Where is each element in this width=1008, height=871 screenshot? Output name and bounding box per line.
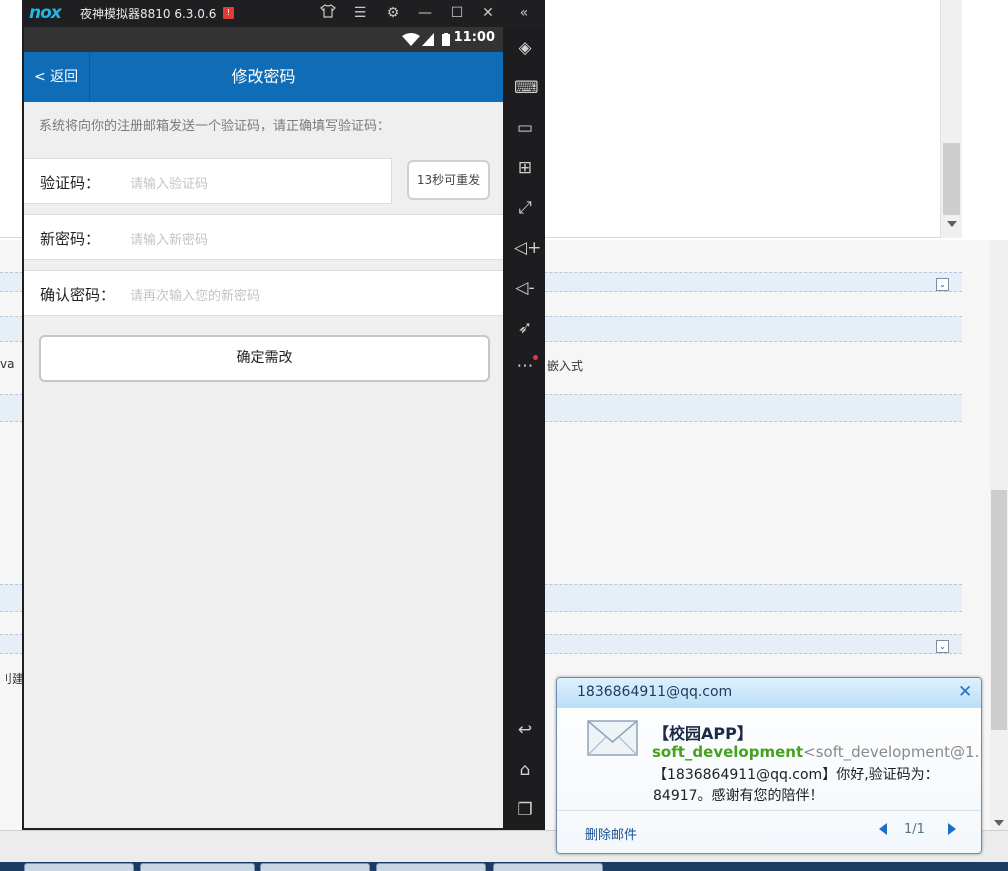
- android-statusbar: 11:00: [24, 27, 503, 52]
- confirm-password-input[interactable]: 请再次输入您的新密码: [130, 285, 260, 304]
- collapse-toggle-icon[interactable]: ⌄: [936, 278, 949, 291]
- rocket-icon[interactable]: ➶: [514, 317, 536, 339]
- notification-account: 1836864911@qq.com: [577, 684, 733, 700]
- scrollbar-thumb[interactable]: [943, 143, 960, 215]
- recents-icon[interactable]: ❐: [514, 799, 536, 821]
- apk-install-icon[interactable]: ⊞: [514, 157, 536, 179]
- taskbar-button[interactable]: [493, 863, 603, 871]
- minimize-icon[interactable]: —: [415, 3, 435, 23]
- shirt-icon[interactable]: [318, 3, 338, 23]
- gear-icon[interactable]: ⚙: [383, 3, 403, 23]
- confirm-password-label: 确认密码：: [40, 286, 116, 304]
- resend-code-button[interactable]: 13秒可重发: [407, 160, 490, 200]
- notification-dot: [533, 355, 538, 360]
- app-navbar: 修改密码 < 返回: [24, 52, 503, 102]
- new-password-input[interactable]: 请输入新密码: [130, 229, 208, 248]
- rotate-icon[interactable]: ◈: [514, 37, 536, 59]
- wifi-icon: [402, 33, 420, 46]
- background-text: va: [0, 357, 15, 371]
- verification-code-label: 验证码：: [40, 174, 101, 192]
- background-scrollbar-top[interactable]: [940, 0, 962, 238]
- close-icon[interactable]: ✕: [478, 3, 498, 23]
- battery-icon: [442, 33, 450, 46]
- keyboard-icon[interactable]: ⌨: [514, 77, 539, 99]
- previous-arrow-icon[interactable]: [879, 823, 887, 835]
- background-text: 嵌入式: [547, 359, 584, 373]
- volume-up-icon[interactable]: ◁+: [514, 237, 541, 259]
- collapse-left-icon[interactable]: «: [514, 3, 534, 23]
- new-password-label: 新密码：: [40, 230, 101, 248]
- mail-notification[interactable]: 1836864911@qq.com ✕ 【校园APP】 soft_develop…: [556, 677, 982, 854]
- sender-name: soft_development: [652, 743, 804, 761]
- signal-icon: [422, 33, 434, 46]
- envelope-icon: [587, 720, 638, 756]
- home-icon[interactable]: ⌂: [514, 759, 536, 781]
- collapse-toggle-icon[interactable]: ⌄: [936, 640, 949, 653]
- new-password-row: 新密码： 请输入新密码: [24, 214, 503, 260]
- mail-subject: 【校园APP】: [653, 724, 753, 743]
- instruction-text: 系统将向你的注册邮箱发送一个验证码，请正确填写验证码：: [39, 119, 391, 134]
- status-time: 11:00: [453, 30, 495, 45]
- notice-badge[interactable]: !: [223, 7, 234, 19]
- nox-logo: nox: [29, 3, 62, 23]
- page-title: 修改密码: [231, 67, 296, 86]
- pager-count: 1/1: [904, 822, 925, 837]
- taskbar-button[interactable]: [140, 863, 255, 871]
- taskbar-button[interactable]: [376, 863, 486, 871]
- verification-code-row: 验证码： 请输入验证码: [24, 158, 392, 204]
- menu-icon[interactable]: ☰: [350, 3, 370, 23]
- scroll-down-arrow-icon[interactable]: [994, 820, 1004, 826]
- screen-icon[interactable]: ▭: [514, 117, 536, 139]
- volume-down-icon[interactable]: ◁-: [514, 277, 536, 299]
- maximize-icon[interactable]: ☐: [447, 3, 467, 23]
- submit-button[interactable]: 确定需改: [39, 335, 490, 382]
- taskbar-button[interactable]: [260, 863, 370, 871]
- confirm-password-row: 确认密码： 请再次输入您的新密码: [24, 270, 503, 316]
- divider: [557, 810, 981, 811]
- close-icon[interactable]: ✕: [958, 682, 972, 702]
- fullscreen-icon[interactable]: ⤢: [514, 197, 536, 219]
- phone-screen: 11:00 修改密码 < 返回 系统将向你的注册邮箱发送一个验证码，请正确填写验…: [22, 27, 503, 830]
- scrollbar-thumb[interactable]: [991, 490, 1007, 730]
- verification-code-input[interactable]: 请输入验证码: [130, 173, 208, 192]
- sender-address: <soft_development@1...: [803, 743, 982, 761]
- delete-mail-link[interactable]: 删除邮件: [585, 824, 637, 843]
- back-button[interactable]: < 返回: [24, 52, 90, 102]
- mail-sender: soft_development<soft_development@1...: [652, 743, 982, 761]
- background-scrollbar-right[interactable]: [990, 240, 1008, 830]
- emulator-titlebar[interactable]: nox 夜神模拟器8810 6.3.0.6 ! ☰ ⚙ — ☐ ✕ «: [22, 0, 545, 27]
- emulator-sidebar: ◈ ⌨ ▭ ⊞ ⤢ ◁+ ◁- ➶ ⋯ ↩ ⌂ ❐: [503, 27, 545, 830]
- scroll-down-arrow-icon[interactable]: [947, 221, 957, 227]
- taskbar-button[interactable]: [24, 863, 134, 871]
- notification-header: 1836864911@qq.com ✕: [557, 678, 981, 708]
- mail-body: 【1836864911@qq.com】你好,验证码为：84917。感谢有您的陪伴…: [653, 767, 939, 804]
- emulator-window: nox 夜神模拟器8810 6.3.0.6 ! ☰ ⚙ — ☐ ✕ « 11:0…: [22, 0, 545, 830]
- back-icon[interactable]: ↩: [514, 719, 536, 741]
- next-arrow-icon[interactable]: [948, 823, 956, 835]
- emulator-title: 夜神模拟器8810 6.3.0.6: [80, 7, 217, 21]
